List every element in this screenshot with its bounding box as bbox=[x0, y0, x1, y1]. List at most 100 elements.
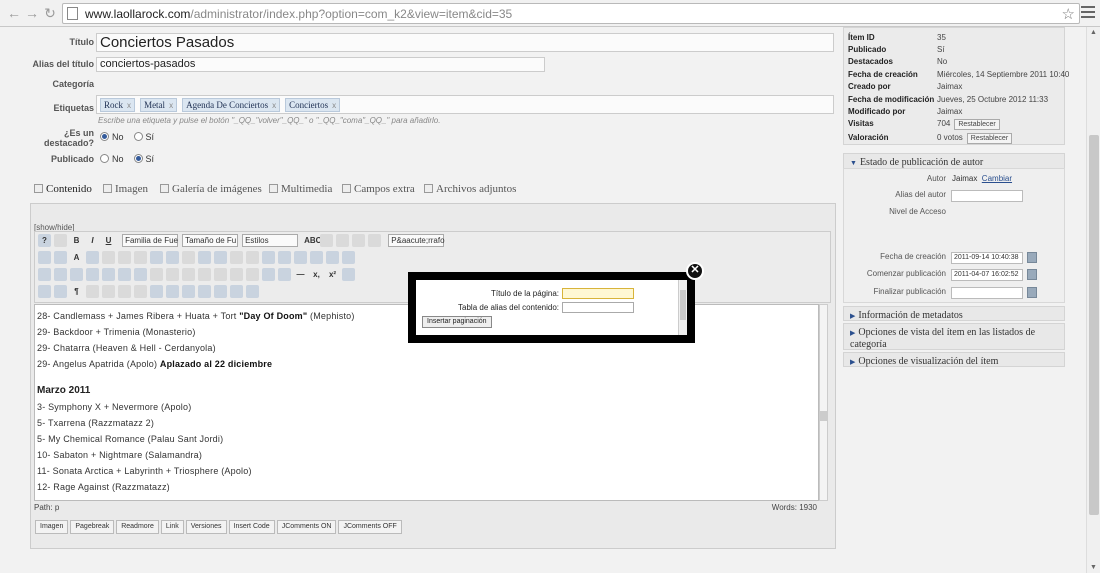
insert-table-icon[interactable] bbox=[278, 251, 291, 264]
outdent-icon[interactable] bbox=[230, 251, 243, 264]
pagebreak-icon[interactable] bbox=[342, 268, 355, 281]
subscript-icon[interactable]: x, bbox=[310, 268, 323, 281]
tab-campos-extra[interactable]: Campos extra bbox=[342, 183, 415, 195]
tag-remove-icon[interactable]: x bbox=[272, 101, 276, 110]
pagebreak-button[interactable]: Pagebreak bbox=[70, 520, 115, 534]
cite-icon[interactable] bbox=[134, 285, 147, 298]
modal-scrollbar[interactable] bbox=[678, 280, 687, 335]
tag-remove-icon[interactable]: x bbox=[332, 101, 336, 110]
numbered-list-icon[interactable] bbox=[214, 251, 227, 264]
jcomments-on-button[interactable]: JComments ON bbox=[276, 520, 337, 534]
publish-down-input[interactable] bbox=[951, 287, 1023, 299]
title-input[interactable]: Conciertos Pasados bbox=[96, 33, 834, 52]
font-size-select[interactable]: Tamaño de Fu bbox=[182, 234, 239, 247]
reset-hits-button[interactable]: Restablecer bbox=[954, 119, 1000, 130]
hr-icon[interactable]: — bbox=[294, 268, 307, 281]
calendar-icon[interactable] bbox=[1027, 252, 1037, 263]
calendar-icon[interactable] bbox=[1027, 269, 1037, 280]
new-document-icon[interactable] bbox=[54, 234, 67, 247]
merge-cells-icon[interactable] bbox=[198, 268, 211, 281]
print-icon[interactable] bbox=[278, 268, 291, 281]
anchor-icon[interactable] bbox=[326, 251, 339, 264]
back-arrow-icon[interactable]: ← bbox=[6, 5, 22, 21]
close-icon[interactable]: ✕ bbox=[686, 262, 704, 280]
paragraph-select[interactable]: P&aacute;rrafo bbox=[388, 234, 445, 247]
jcomments-off-button[interactable]: JComments OFF bbox=[338, 520, 402, 534]
scroll-down-icon[interactable]: ▼ bbox=[1090, 564, 1097, 571]
image-button[interactable]: Imagen bbox=[35, 520, 69, 534]
table-row-icon[interactable] bbox=[150, 268, 163, 281]
split-cells-icon[interactable] bbox=[214, 268, 227, 281]
tag-item[interactable]: Agenda De Conciertos x bbox=[182, 98, 281, 112]
scroll-up-icon[interactable]: ▲ bbox=[1090, 29, 1097, 36]
category-view-options-header[interactable]: ▶ Opciones de vista del ítem en las lista… bbox=[843, 323, 1065, 350]
created-date-input[interactable]: 2011-09-14 10:40:38 bbox=[951, 252, 1023, 264]
copy-icon[interactable] bbox=[118, 251, 131, 264]
paste-icon[interactable] bbox=[134, 251, 147, 264]
reset-rating-button[interactable]: Restablecer bbox=[966, 133, 1013, 144]
delete-row-icon[interactable] bbox=[230, 268, 243, 281]
abbr-icon[interactable] bbox=[102, 285, 115, 298]
find-icon[interactable] bbox=[38, 251, 51, 264]
text-color-icon[interactable]: A bbox=[70, 251, 83, 264]
modal-scroll-thumb[interactable] bbox=[680, 290, 686, 320]
align-center-icon[interactable] bbox=[336, 234, 350, 247]
url-text[interactable]: www.laollarock.com/administrator/index.p… bbox=[85, 7, 512, 21]
nonbreaking-icon[interactable] bbox=[198, 285, 211, 298]
insert-del-icon[interactable] bbox=[150, 285, 163, 298]
alias-input[interactable]: conciertos-pasados bbox=[96, 57, 545, 72]
featured-yes-radio[interactable] bbox=[133, 132, 143, 141]
item-view-options-header[interactable]: ▶ Opciones de visualización del ítem bbox=[843, 352, 1065, 367]
edit-image-icon[interactable] bbox=[118, 268, 131, 281]
page-scroll-thumb[interactable] bbox=[1089, 135, 1099, 515]
author-publishing-header[interactable]: ▼ Estado de publicación de autor bbox=[843, 153, 1065, 169]
rtl-icon[interactable] bbox=[54, 268, 67, 281]
help-icon[interactable]: ? bbox=[38, 234, 51, 247]
publish-up-input[interactable]: 2011-04-07 16:02:52 bbox=[951, 269, 1023, 281]
italic-icon[interactable]: I bbox=[86, 234, 99, 247]
bold-icon[interactable]: B bbox=[70, 234, 83, 247]
align-right-icon[interactable] bbox=[352, 234, 366, 247]
page-title-input[interactable] bbox=[562, 288, 634, 299]
ltr-icon[interactable] bbox=[38, 268, 51, 281]
paste-text-icon[interactable] bbox=[150, 251, 163, 264]
tab-imagen[interactable]: Imagen bbox=[103, 183, 148, 195]
strikethrough-icon[interactable]: ABC bbox=[304, 234, 321, 247]
pilcrow-icon[interactable]: ¶ bbox=[70, 285, 83, 298]
template-icon[interactable] bbox=[166, 285, 179, 298]
cut-icon[interactable] bbox=[102, 251, 115, 264]
author-alias-input[interactable] bbox=[951, 190, 1023, 202]
replace-icon[interactable] bbox=[54, 251, 67, 264]
versions-button[interactable]: Versiones bbox=[185, 520, 227, 534]
font-family-select[interactable]: Familia de Fue bbox=[122, 234, 179, 247]
acronym-icon[interactable] bbox=[118, 285, 131, 298]
editor-scroll-thumb[interactable] bbox=[820, 411, 827, 421]
style-props-icon[interactable] bbox=[86, 285, 99, 298]
page-scrollbar[interactable]: ▲ ▼ bbox=[1086, 27, 1100, 573]
change-author-link[interactable]: Cambiar bbox=[982, 174, 1012, 183]
cleanup-icon[interactable] bbox=[342, 251, 355, 264]
justify-icon[interactable] bbox=[368, 234, 382, 247]
address-bar[interactable]: www.laollarock.com/administrator/index.p… bbox=[62, 3, 1080, 24]
preview-icon[interactable] bbox=[134, 268, 147, 281]
editor-scrollbar[interactable] bbox=[819, 304, 828, 501]
link-button[interactable]: Link bbox=[160, 520, 184, 534]
tab-galeria[interactable]: Galería de imágenes bbox=[160, 183, 262, 195]
undo-icon[interactable] bbox=[166, 251, 179, 264]
tag-remove-icon[interactable]: x bbox=[127, 101, 131, 110]
superscript-icon[interactable]: x² bbox=[326, 268, 339, 281]
metadata-header[interactable]: ▶ Información de metadatos bbox=[843, 306, 1065, 321]
highlight-icon[interactable] bbox=[86, 251, 99, 264]
redo-icon[interactable] bbox=[182, 251, 195, 264]
styles-select[interactable]: Estilos bbox=[242, 234, 299, 247]
visual-aid-icon[interactable] bbox=[262, 268, 275, 281]
delete-col-icon[interactable] bbox=[246, 268, 259, 281]
image-insert-icon[interactable] bbox=[102, 268, 115, 281]
media-icon[interactable] bbox=[86, 268, 99, 281]
emoticon-icon[interactable] bbox=[70, 268, 83, 281]
featured-no-radio[interactable] bbox=[100, 132, 109, 141]
tag-remove-icon[interactable]: x bbox=[169, 101, 173, 110]
cell-props-icon[interactable] bbox=[182, 268, 195, 281]
browser-menu-icon[interactable] bbox=[1081, 6, 1095, 18]
tab-multimedia[interactable]: Multimedia bbox=[269, 183, 332, 195]
